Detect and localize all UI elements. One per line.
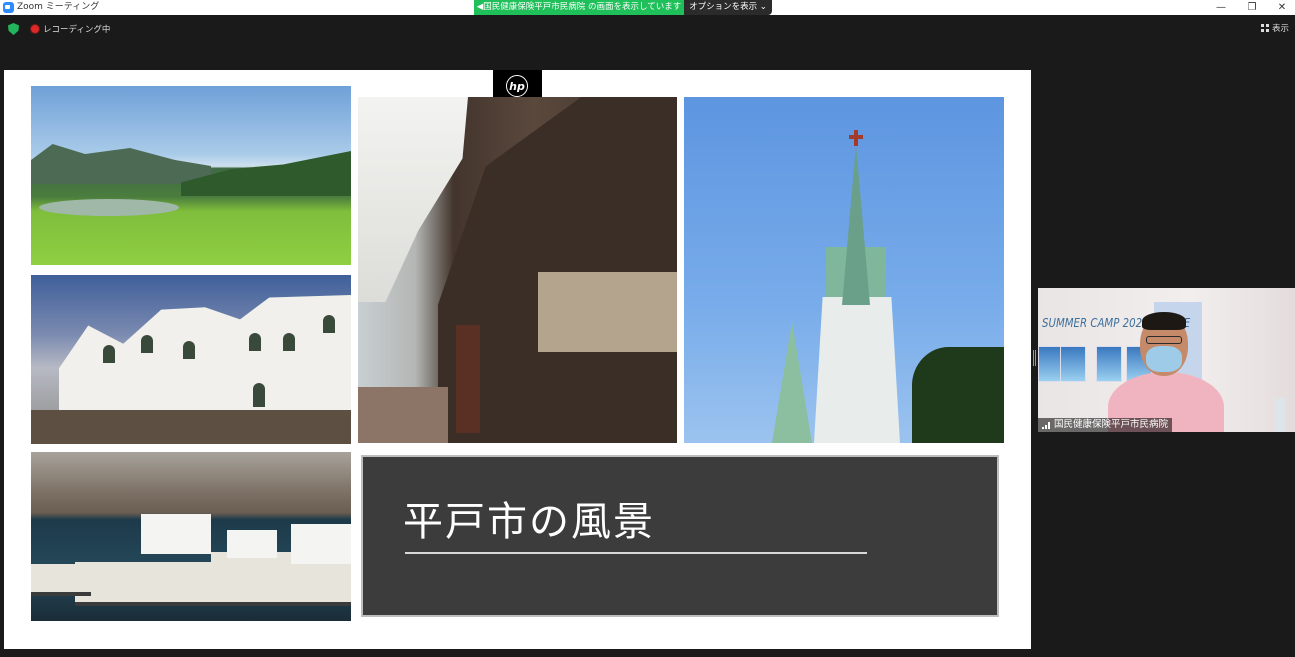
view-options-button[interactable]: オプションを表示 ⌄ [684,0,772,15]
old-street-photo [358,97,677,443]
water-bottle [1275,398,1285,432]
shared-screen: hp 平戸市の風景 [4,70,1031,649]
screen-share-banner: ◀国民健康保険平戸市民病院 の画面を表示しています [474,0,684,15]
building-window [323,315,335,333]
minimize-button[interactable]: — [1206,0,1236,15]
fishing-harbor-photo [31,452,351,621]
zoom-app-icon [3,2,14,13]
close-button[interactable]: ✕ [1267,0,1295,15]
side-spire [772,322,812,443]
boat-hull [75,562,225,606]
noren-curtain [538,272,677,352]
slide-title-panel: 平戸市の風景 [361,455,999,617]
window-titlebar: Zoom ミーティング ◀国民健康保険平戸市民病院 の画面を表示しています オプ… [0,0,1295,15]
participant-video[interactable]: SUMMER CAMP 2021 ONLINE 国民健康保険平戸市民病院 [1038,288,1295,432]
signal-icon [1042,421,1051,429]
view-button[interactable]: 表示 [1261,22,1289,34]
restore-button[interactable]: ❐ [1237,0,1267,15]
slide-title-box: 平戸市の風景 [358,452,1002,620]
building-window [283,333,295,351]
grid-icon [1261,24,1269,32]
rice-terraces-photo [31,86,351,265]
boat-hull [31,564,91,596]
main-spire [842,145,870,305]
building-window [141,335,153,353]
shop-sign [456,325,480,433]
hp-logo-icon: hp [506,75,528,97]
boat-cabin [227,530,277,558]
pond-shape [39,199,179,216]
shield-icon[interactable] [8,23,19,35]
building-window [249,333,261,351]
wall-poster [1060,346,1086,382]
participant-name: 国民健康保険平戸市民病院 [1054,419,1169,430]
church-facade [814,297,900,443]
ground-shape [31,410,351,444]
recording-label: レコーディング中 [43,25,111,35]
title-underline [405,552,867,554]
view-label: 表示 [1272,24,1290,34]
white-building-photo [31,275,351,444]
glasses-shape [1146,336,1182,344]
building-window [103,345,115,363]
record-icon [30,24,40,34]
building-window [183,341,195,359]
hill-shape [31,144,211,184]
window-title: Zoom ミーティング [17,2,100,12]
participant-name-label: 国民健康保険平戸市民病院 [1038,418,1173,432]
recording-indicator[interactable]: レコーディング中 [30,22,110,36]
pine-trees [912,347,1004,443]
slide-title: 平戸市の風景 [403,499,655,545]
participant-hair [1142,312,1186,330]
street-shape [358,387,448,443]
building-door [253,383,265,407]
split-view-handle[interactable] [1033,350,1036,366]
boat-cabin [291,524,351,564]
cross-icon [854,130,858,146]
boat-cabin [141,514,211,554]
face-mask [1146,346,1182,372]
cathedral-photo [684,97,1004,443]
wall-poster [1096,346,1122,382]
